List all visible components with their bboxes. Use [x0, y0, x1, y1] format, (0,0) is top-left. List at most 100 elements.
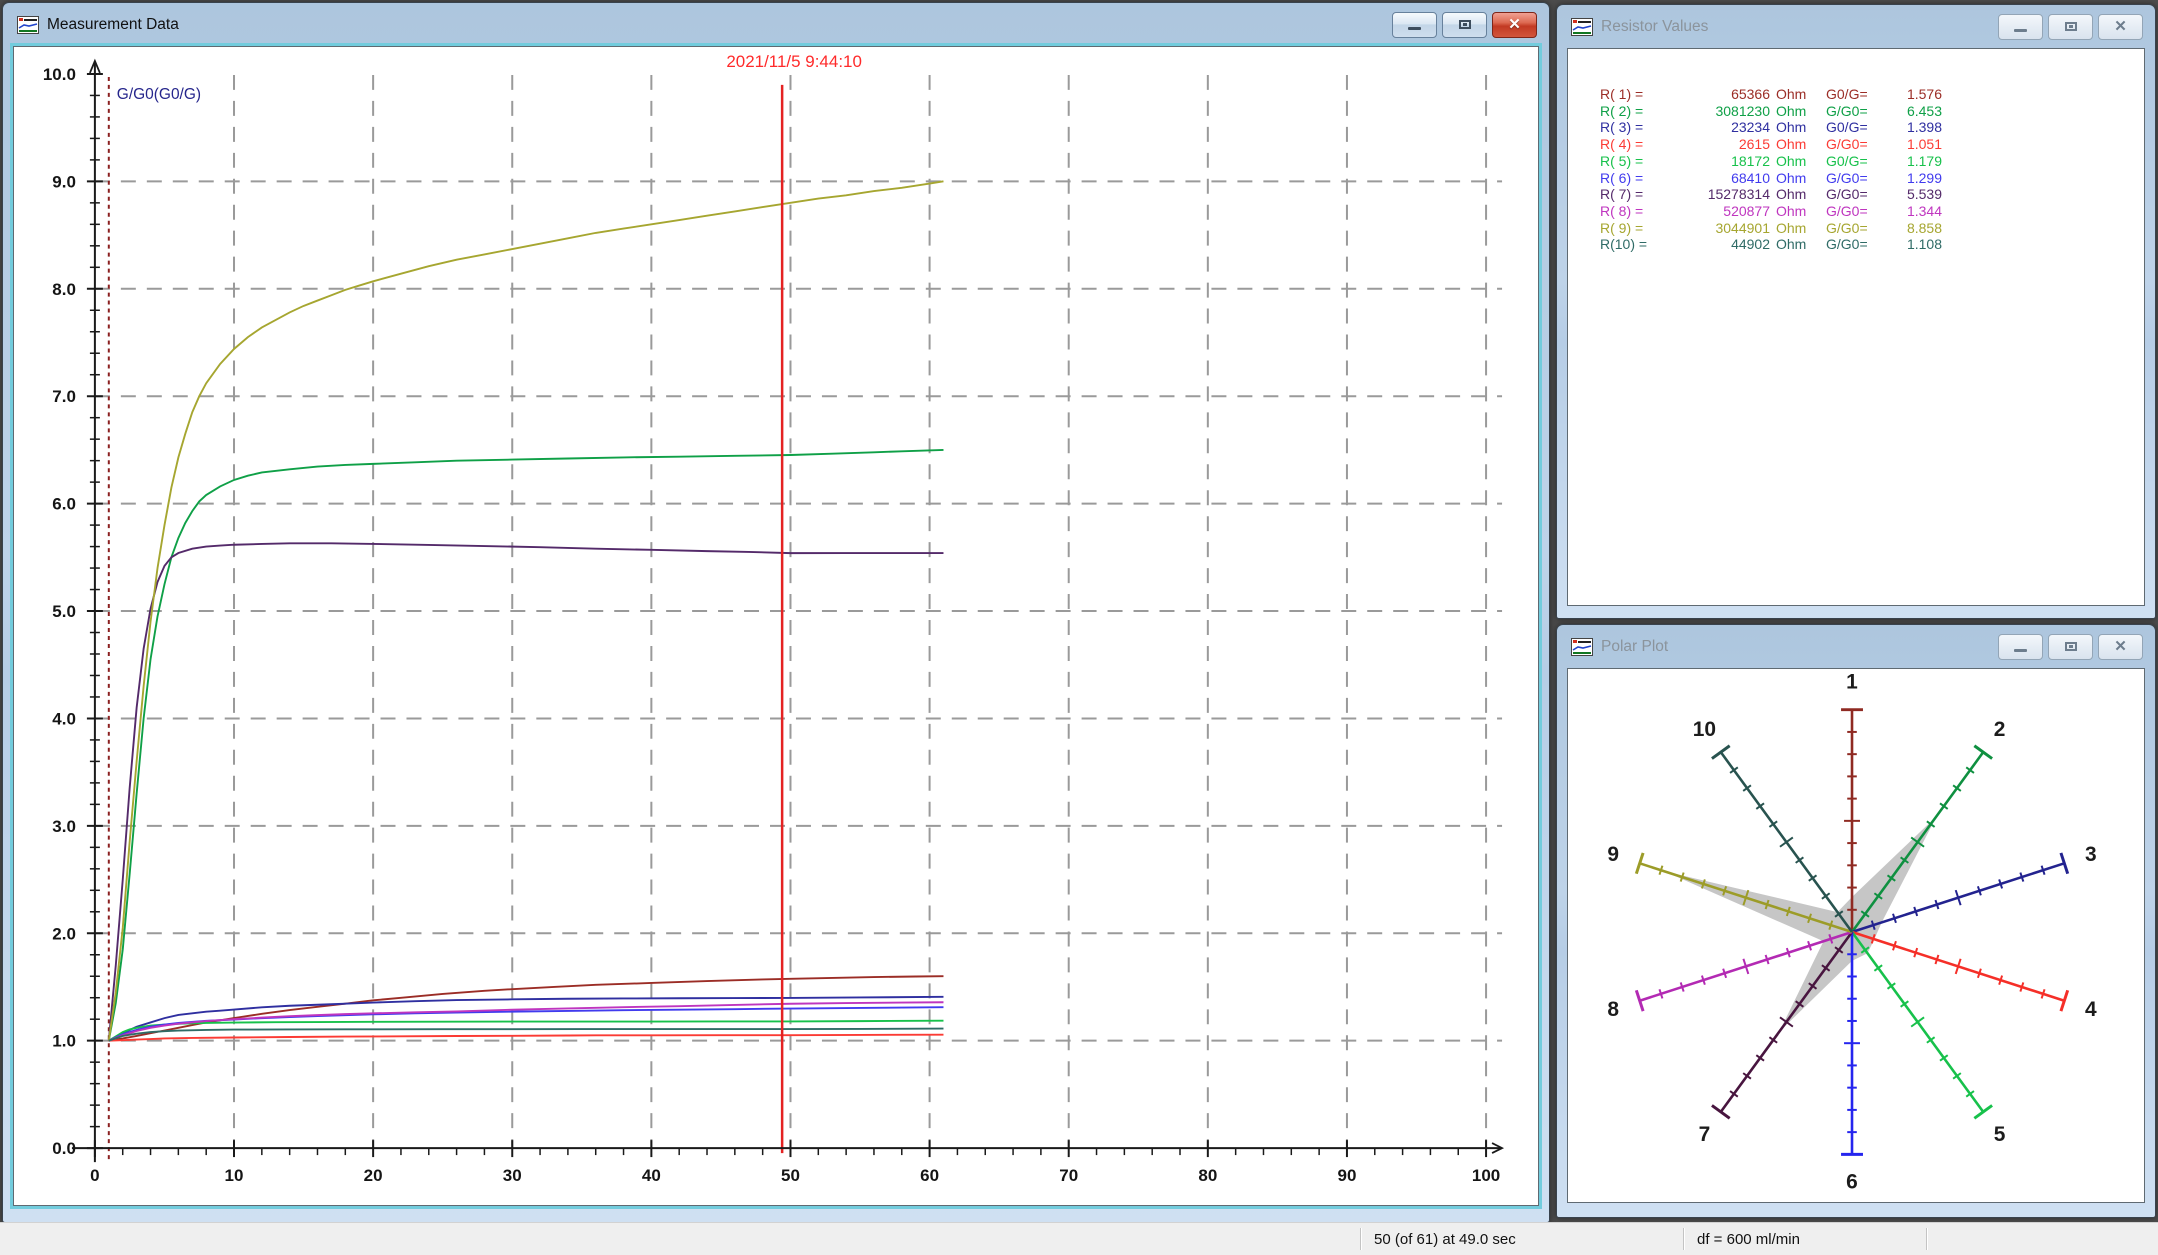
svg-text:10.0: 10.0 [43, 65, 76, 84]
resistor-label: R( 4) = [1600, 136, 1664, 153]
resistor-row: R( 6) =68410OhmG/G0=1.299 [1600, 170, 1942, 187]
resistor-label: R( 8) = [1600, 203, 1664, 220]
svg-text:50: 50 [781, 1166, 800, 1185]
resistance-value: 18172 [1664, 153, 1770, 170]
resistance-value: 520877 [1664, 203, 1770, 220]
close-icon: ✕ [1508, 17, 1521, 32]
statusbar-divider [1683, 1228, 1684, 1250]
resistance-unit: Ohm [1770, 203, 1816, 220]
svg-text:9: 9 [1607, 843, 1619, 866]
resistor-label: R( 1) = [1600, 86, 1664, 103]
resistor-values-list: R( 1) =65366OhmG0/G=1.576R( 2) =3081230O… [1600, 86, 1942, 253]
close-icon: ✕ [2114, 19, 2127, 34]
resistor-row: R( 5) =18172OhmG0/G=1.179 [1600, 153, 1942, 170]
ratio-value: 1.398 [1882, 119, 1942, 136]
svg-text:0: 0 [90, 1166, 99, 1185]
maximize-icon [2065, 642, 2077, 651]
resistance-unit: Ohm [1770, 119, 1816, 136]
svg-text:40: 40 [642, 1166, 661, 1185]
minimize-icon [1408, 27, 1421, 30]
svg-text:1.0: 1.0 [52, 1032, 76, 1051]
polar-chart[interactable]: 12345678910 [1568, 669, 2144, 1202]
resistance-unit: Ohm [1770, 170, 1816, 187]
ratio-value: 1.179 [1882, 153, 1942, 170]
measurement-titlebar[interactable]: Measurement Data ✕ [3, 3, 1549, 46]
svg-text:7: 7 [1699, 1123, 1711, 1146]
minimize-icon [2014, 29, 2027, 32]
flow-rate-status: df = 600 ml/min [1697, 1231, 1800, 1248]
resistance-value: 68410 [1664, 170, 1770, 187]
svg-text:3.0: 3.0 [52, 817, 76, 836]
svg-text:4: 4 [2085, 998, 2097, 1021]
resistance-value: 44902 [1664, 236, 1770, 253]
statusbar-divider [1926, 1228, 1927, 1250]
resistor-label: R( 2) = [1600, 103, 1664, 120]
maximize-button[interactable] [2048, 634, 2093, 660]
svg-text:2: 2 [1994, 718, 2006, 741]
minimize-button[interactable] [1998, 14, 2043, 40]
window-title: Measurement Data [47, 16, 179, 34]
window-title: Resistor Values [1601, 18, 1708, 36]
svg-text:1: 1 [1846, 670, 1858, 693]
ratio-value: 8.858 [1882, 220, 1942, 237]
resistance-value: 3081230 [1664, 103, 1770, 120]
measurement-data-window: Measurement Data ✕ 010203040506070809010… [2, 2, 1550, 1223]
resistor-row: R( 7) =15278314OhmG/G0=5.539 [1600, 186, 1942, 203]
maximize-button[interactable] [2048, 14, 2093, 40]
resistance-unit: Ohm [1770, 103, 1816, 120]
svg-text:2021/11/5 9:44:10: 2021/11/5 9:44:10 [726, 52, 862, 71]
close-button[interactable]: ✕ [2098, 634, 2143, 660]
svg-text:8: 8 [1607, 998, 1619, 1021]
svg-text:100: 100 [1472, 1166, 1500, 1185]
minimize-button[interactable] [1998, 634, 2043, 660]
window-title: Polar Plot [1601, 638, 1668, 656]
resistor-label: R( 6) = [1600, 170, 1664, 187]
resistance-unit: Ohm [1770, 86, 1816, 103]
svg-text:70: 70 [1059, 1166, 1078, 1185]
maximize-button[interactable] [1442, 12, 1487, 38]
svg-text:9.0: 9.0 [52, 172, 76, 191]
measurement-chart-area[interactable]: 01020304050607080901000.01.02.03.04.05.0… [13, 46, 1539, 1206]
resistor-row: R( 8) =520877OhmG/G0=1.344 [1600, 203, 1942, 220]
close-button[interactable]: ✕ [1492, 12, 1537, 38]
chart-window-icon [1571, 638, 1593, 656]
ratio-label: G0/G= [1826, 86, 1882, 103]
resistance-value: 15278314 [1664, 186, 1770, 203]
svg-text:2.0: 2.0 [52, 924, 76, 943]
resistor-row: R( 2) =3081230Ohm G/G0=6.453 [1600, 103, 1942, 120]
svg-text:3: 3 [2085, 843, 2097, 866]
resistor-label: R( 5) = [1600, 153, 1664, 170]
resistance-value: 2615 [1664, 136, 1770, 153]
minimize-icon [2014, 649, 2027, 652]
ratio-value: 1.108 [1882, 236, 1942, 253]
resistance-unit: Ohm [1770, 136, 1816, 153]
polar-titlebar[interactable]: Polar Plot ✕ [1557, 625, 2155, 668]
ratio-label: G/G0= [1826, 103, 1882, 120]
resistance-value: 3044901 [1664, 220, 1770, 237]
status-bar: 50 (of 61) at 49.0 sec df = 600 ml/min [0, 1222, 2158, 1255]
ratio-label: G/G0= [1826, 186, 1882, 203]
polar-plot-window: Polar Plot ✕ 12345678910 [1556, 624, 2156, 1218]
resistor-values-window: Resistor Values ✕ R( 1) =65366OhmG0/G=1.… [1556, 4, 2156, 619]
polar-plot-panel[interactable]: 12345678910 [1567, 668, 2145, 1203]
svg-text:60: 60 [920, 1166, 939, 1185]
ratio-label: G0/G= [1826, 153, 1882, 170]
svg-text:8.0: 8.0 [52, 280, 76, 299]
resistor-titlebar[interactable]: Resistor Values ✕ [1557, 5, 2155, 48]
resistor-label: R( 7) = [1600, 186, 1664, 203]
line-chart[interactable]: 01020304050607080901000.01.02.03.04.05.0… [14, 47, 1538, 1205]
ratio-value: 6.453 [1882, 103, 1942, 120]
svg-text:6.0: 6.0 [52, 495, 76, 514]
chart-window-icon [1571, 18, 1593, 36]
close-button[interactable]: ✕ [2098, 14, 2143, 40]
minimize-button[interactable] [1392, 12, 1437, 38]
svg-text:80: 80 [1198, 1166, 1217, 1185]
ratio-value: 1.576 [1882, 86, 1942, 103]
svg-text:0.0: 0.0 [52, 1139, 76, 1158]
ratio-label: G/G0= [1826, 170, 1882, 187]
svg-text:G/G0(G0/G): G/G0(G0/G) [117, 86, 201, 103]
svg-text:10: 10 [1693, 718, 1716, 741]
svg-text:4.0: 4.0 [52, 709, 76, 728]
svg-text:90: 90 [1338, 1166, 1357, 1185]
resistor-row: R(10) =44902OhmG/G0=1.108 [1600, 236, 1942, 253]
